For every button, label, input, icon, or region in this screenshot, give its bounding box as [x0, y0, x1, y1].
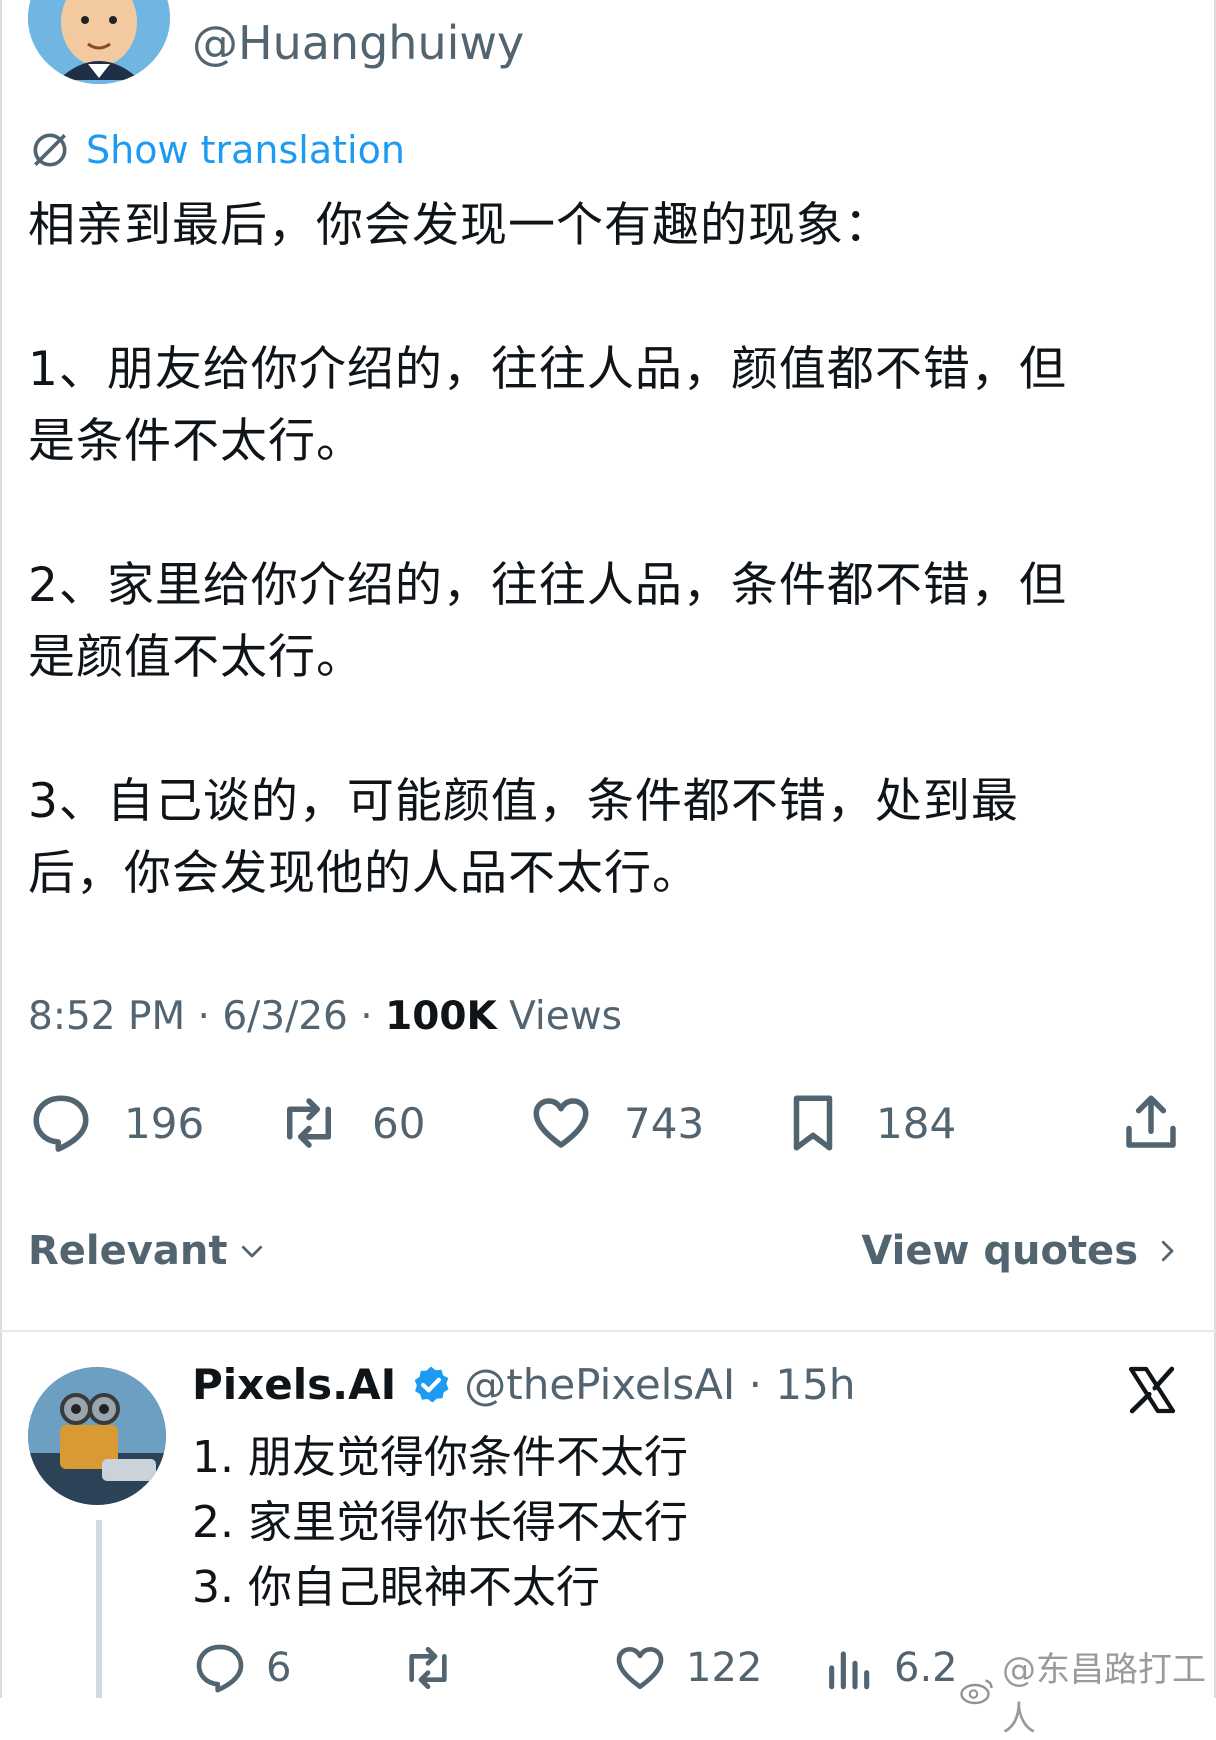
reply-like-count: 122 — [686, 1645, 763, 1691]
reply-text: 1. 朋友觉得你条件不太行 2. 家里觉得你长得不太行 3. 你自己眼神不太行 — [192, 1425, 688, 1620]
share-icon — [1126, 1095, 1176, 1148]
cartoon-face-icon — [28, 0, 170, 84]
views-label: Views — [496, 994, 622, 1039]
reply-views-button[interactable]: 6.2 — [820, 1640, 958, 1696]
translate-icon — [33, 133, 67, 167]
sort-label: Relevant — [28, 1228, 228, 1274]
tweet-point-1-line-1: 1、朋友给你介绍的，往往人品，颜值都不错，但 — [28, 342, 1067, 397]
like-button[interactable]: 743 — [528, 1090, 704, 1156]
author-handle[interactable]: @Huanghuiwy — [192, 16, 524, 70]
reply-button[interactable]: 196 — [28, 1090, 204, 1156]
author-avatar[interactable] — [28, 0, 170, 84]
bookmark-count: 184 — [876, 1098, 957, 1148]
thread-line — [96, 1520, 102, 1698]
view-quotes-label: View quotes — [861, 1228, 1138, 1274]
tweet-meta: 8:52 PM · 6/3/26 · 100K Views — [28, 994, 622, 1039]
frame-border-left — [0, 0, 2, 1698]
repost-icon — [287, 1098, 331, 1148]
sort-relevant-dropdown[interactable]: Relevant — [28, 1228, 267, 1274]
reply-line-2: 2. 家里觉得你长得不太行 — [192, 1497, 688, 1548]
reply-views-count: 6.2 — [894, 1645, 958, 1691]
x-logo-icon — [1128, 1366, 1176, 1414]
reply-icon — [33, 1095, 89, 1152]
view-quotes-link[interactable]: View quotes — [861, 1228, 1182, 1274]
reply-repost-button[interactable] — [400, 1640, 456, 1696]
verified-badge-icon — [414, 1366, 449, 1402]
reply-author-name[interactable]: Pixels.AI — [192, 1360, 396, 1409]
show-translation-label: Show translation — [86, 128, 405, 172]
tweet-timestamp[interactable]: 8:52 PM · 6/3/26 · — [28, 994, 385, 1039]
robot-avatar-icon — [28, 1367, 166, 1505]
reply-like-button[interactable]: 122 — [612, 1640, 762, 1696]
repost-icon — [409, 1647, 447, 1689]
reply-count: 196 — [124, 1098, 205, 1148]
chevron-down-icon — [242, 1245, 263, 1258]
views-chart-icon — [829, 1651, 870, 1690]
like-count: 743 — [624, 1098, 705, 1148]
tweet-point-1-line-2: 是条件不太行。 — [28, 414, 364, 469]
reply-reply-button[interactable]: 6 — [192, 1640, 291, 1696]
watermark-text: @东昌路打工人 — [1001, 1650, 1206, 1739]
views-count: 100K — [385, 994, 497, 1039]
bookmark-button[interactable]: 184 — [780, 1090, 956, 1156]
reply-line-3: 3. 你自己眼神不太行 — [192, 1562, 600, 1613]
reply-line-1: 1. 朋友觉得你条件不太行 — [192, 1432, 688, 1483]
tweet-point-2-line-2: 是颜值不太行。 — [28, 630, 364, 685]
tweet-point-3-line-1: 3、自己谈的，可能颜值，条件都不错，处到最 — [28, 774, 1019, 829]
reply-handle-time[interactable]: @thePixelsAI · 15h — [464, 1360, 855, 1409]
reply-header: Pixels.AI @thePixelsAI · 15h — [192, 1360, 855, 1409]
repost-button[interactable]: 60 — [276, 1090, 425, 1156]
reply-avatar[interactable] — [28, 1367, 166, 1505]
chevron-right-icon — [1161, 1240, 1174, 1262]
show-translation-button[interactable]: Show translation — [28, 128, 405, 172]
section-divider — [0, 1330, 1216, 1332]
tweet-intro: 相亲到最后，你会发现一个有趣的现象： — [28, 198, 892, 253]
reply-reply-count: 6 — [266, 1645, 292, 1691]
repost-count: 60 — [372, 1098, 426, 1148]
weibo-logo-icon — [960, 1679, 993, 1705]
reply-icon — [196, 1644, 244, 1693]
tweet-action-bar: 196 60 743 184 — [28, 1090, 1188, 1160]
share-button[interactable] — [1118, 1090, 1184, 1156]
watermark: @东昌路打工人 — [960, 1642, 1216, 1740]
tweet-point-3-line-2: 后，你会发现他的人品不太行。 — [28, 846, 700, 901]
bookmark-icon — [793, 1095, 833, 1151]
tweet-point-2-line-1: 2、家里给你介绍的，往往人品，条件都不错，但 — [28, 558, 1067, 613]
heart-icon — [616, 1647, 664, 1689]
tweet-text: 相亲到最后，你会发现一个有趣的现象： 1、朋友给你介绍的，往往人品，颜值都不错，… — [28, 190, 1178, 910]
heart-icon — [533, 1098, 589, 1148]
